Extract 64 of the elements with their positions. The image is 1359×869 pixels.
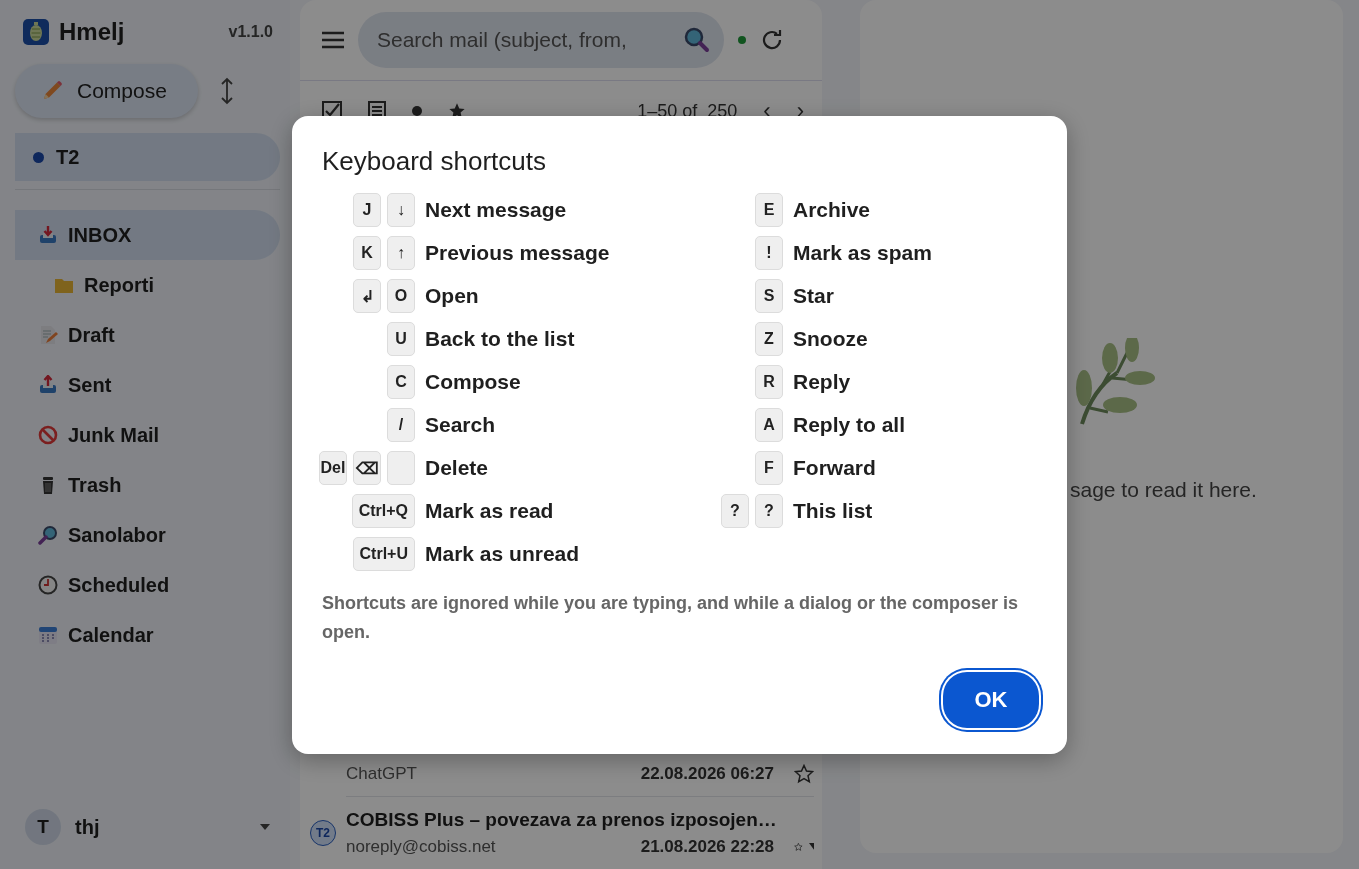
message-date: 21.08.2026 22:28 xyxy=(640,837,774,857)
app-name: Hmelj xyxy=(59,18,126,46)
search-field[interactable]: Search mail (subject, from, xyxy=(358,12,724,68)
keyboard-key: / xyxy=(387,408,415,442)
account-item[interactable]: T2 xyxy=(15,133,280,181)
folder-item[interactable]: Reporti xyxy=(15,260,280,310)
keyboard-key: R xyxy=(755,365,783,399)
keyboard-key: A xyxy=(755,408,783,442)
message-sender: ChatGPT xyxy=(346,764,417,784)
keyboard-key: E xyxy=(755,193,783,227)
note-text: Shortcuts are ignored while you are typing, and while a dialog or the composer is open. xyxy=(322,591,1020,644)
shortcut-label: Mark as unread xyxy=(425,542,580,566)
shortcut-label: Reply xyxy=(793,370,851,394)
shortcut-label: Mark as spam xyxy=(793,241,932,265)
empty-state-text: sage to read it here. xyxy=(1070,478,1258,502)
folder-item[interactable]: Junk Mail xyxy=(15,410,280,460)
keyboard-key: ! xyxy=(755,236,783,270)
folder-item[interactable]: INBOX xyxy=(15,210,280,260)
shortcut-label: Snooze xyxy=(793,327,868,351)
keyboard-key: U xyxy=(387,322,415,356)
folder-item[interactable]: Sent xyxy=(15,360,280,410)
shortcut-label: Delete xyxy=(425,456,489,480)
keyboard-key: ? xyxy=(755,494,783,528)
keyboard-key: K xyxy=(353,236,381,270)
shortcut-label: Archive xyxy=(793,198,871,222)
keyboard-key: ? xyxy=(721,494,749,528)
shortcut-label: Forward xyxy=(793,456,876,480)
keyboard-key: ↑ xyxy=(387,236,415,270)
shortcut-label: Search xyxy=(425,413,496,437)
keyboard-key: C xyxy=(387,365,415,399)
shortcut-label: Open xyxy=(425,284,479,308)
compose-button[interactable]: Compose xyxy=(15,64,198,118)
keyboard-key: ↓ xyxy=(387,193,415,227)
keyboard-key: Del xyxy=(319,451,347,485)
keyboard-key: Ctrl+Q xyxy=(351,494,415,528)
keyboard-key: O xyxy=(387,279,415,313)
message-subject[interactable]: COBISS Plus – povezava za prenos izposojen… xyxy=(346,809,818,831)
folder-item[interactable]: Draft xyxy=(15,310,280,360)
account-badge: T2 xyxy=(310,820,336,846)
folder-item[interactable]: Trash xyxy=(15,460,280,510)
avatar[interactable]: T xyxy=(25,809,61,845)
keyboard-key: Z xyxy=(755,322,783,356)
keyboard-key: F xyxy=(755,451,783,485)
keyboard-key: Ctrl+U xyxy=(352,537,415,571)
shortcut-label: Mark as read xyxy=(425,499,554,523)
keyboard-key: J xyxy=(353,193,381,227)
folder-item[interactable]: Calendar xyxy=(15,610,280,660)
user-name: thj xyxy=(75,815,101,839)
keyboard-key: ↲ xyxy=(353,279,381,313)
shortcut-label: Next message xyxy=(425,198,567,222)
shortcut-label: This list xyxy=(793,499,873,523)
message-date: 22.08.2026 06:27 xyxy=(640,764,774,784)
shortcut-label: Reply to all xyxy=(793,413,906,437)
folder-item[interactable]: Scheduled xyxy=(15,560,280,610)
dialog-title: Keyboard shortcuts xyxy=(322,145,547,177)
keyboard-key: ⌫ xyxy=(353,451,381,485)
keyboard-key: S xyxy=(755,279,783,313)
shortcut-label: Previous message xyxy=(425,241,610,265)
shortcut-label: Back to the list xyxy=(425,327,575,351)
version-label: v1.1.0 xyxy=(228,23,273,41)
shortcut-label: Compose xyxy=(425,370,521,394)
shortcut-label: Star xyxy=(793,284,834,308)
message-sender: noreply@cobiss.net xyxy=(346,837,496,857)
folder-item[interactable]: Sanolabor xyxy=(15,510,280,560)
